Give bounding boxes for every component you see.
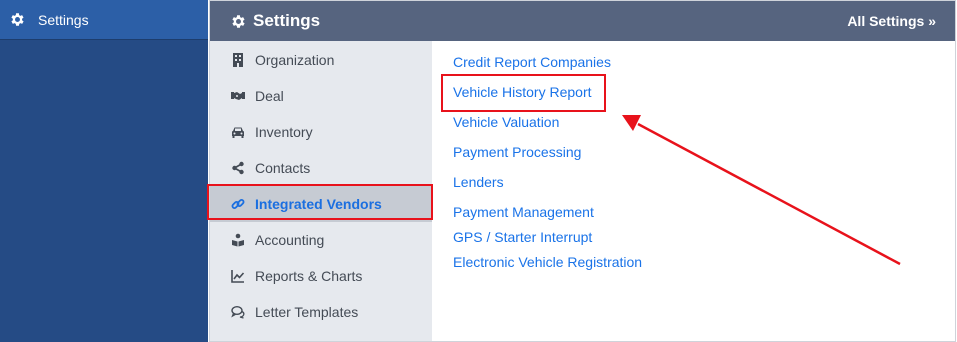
- annotation-arrow: [622, 115, 901, 266]
